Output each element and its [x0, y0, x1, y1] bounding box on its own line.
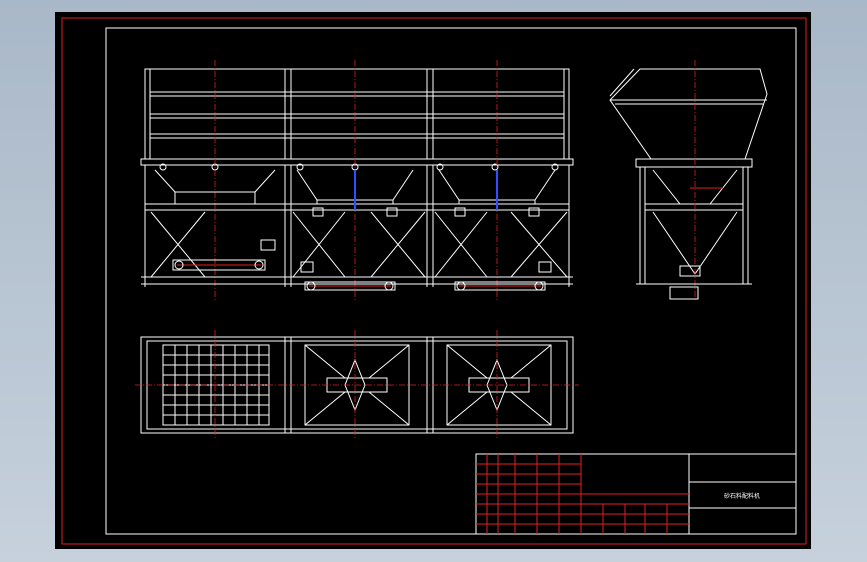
- engineering-drawing: 砂石料配料机: [61, 17, 807, 545]
- front-elevation-view: [140, 60, 574, 302]
- outer-border: [61, 17, 807, 545]
- cad-viewport[interactable]: 砂石料配料机: [55, 12, 811, 549]
- side-elevation-view: [609, 60, 768, 302]
- plan-view: [135, 330, 579, 440]
- drawing-name: 砂石料配料机: [724, 492, 760, 500]
